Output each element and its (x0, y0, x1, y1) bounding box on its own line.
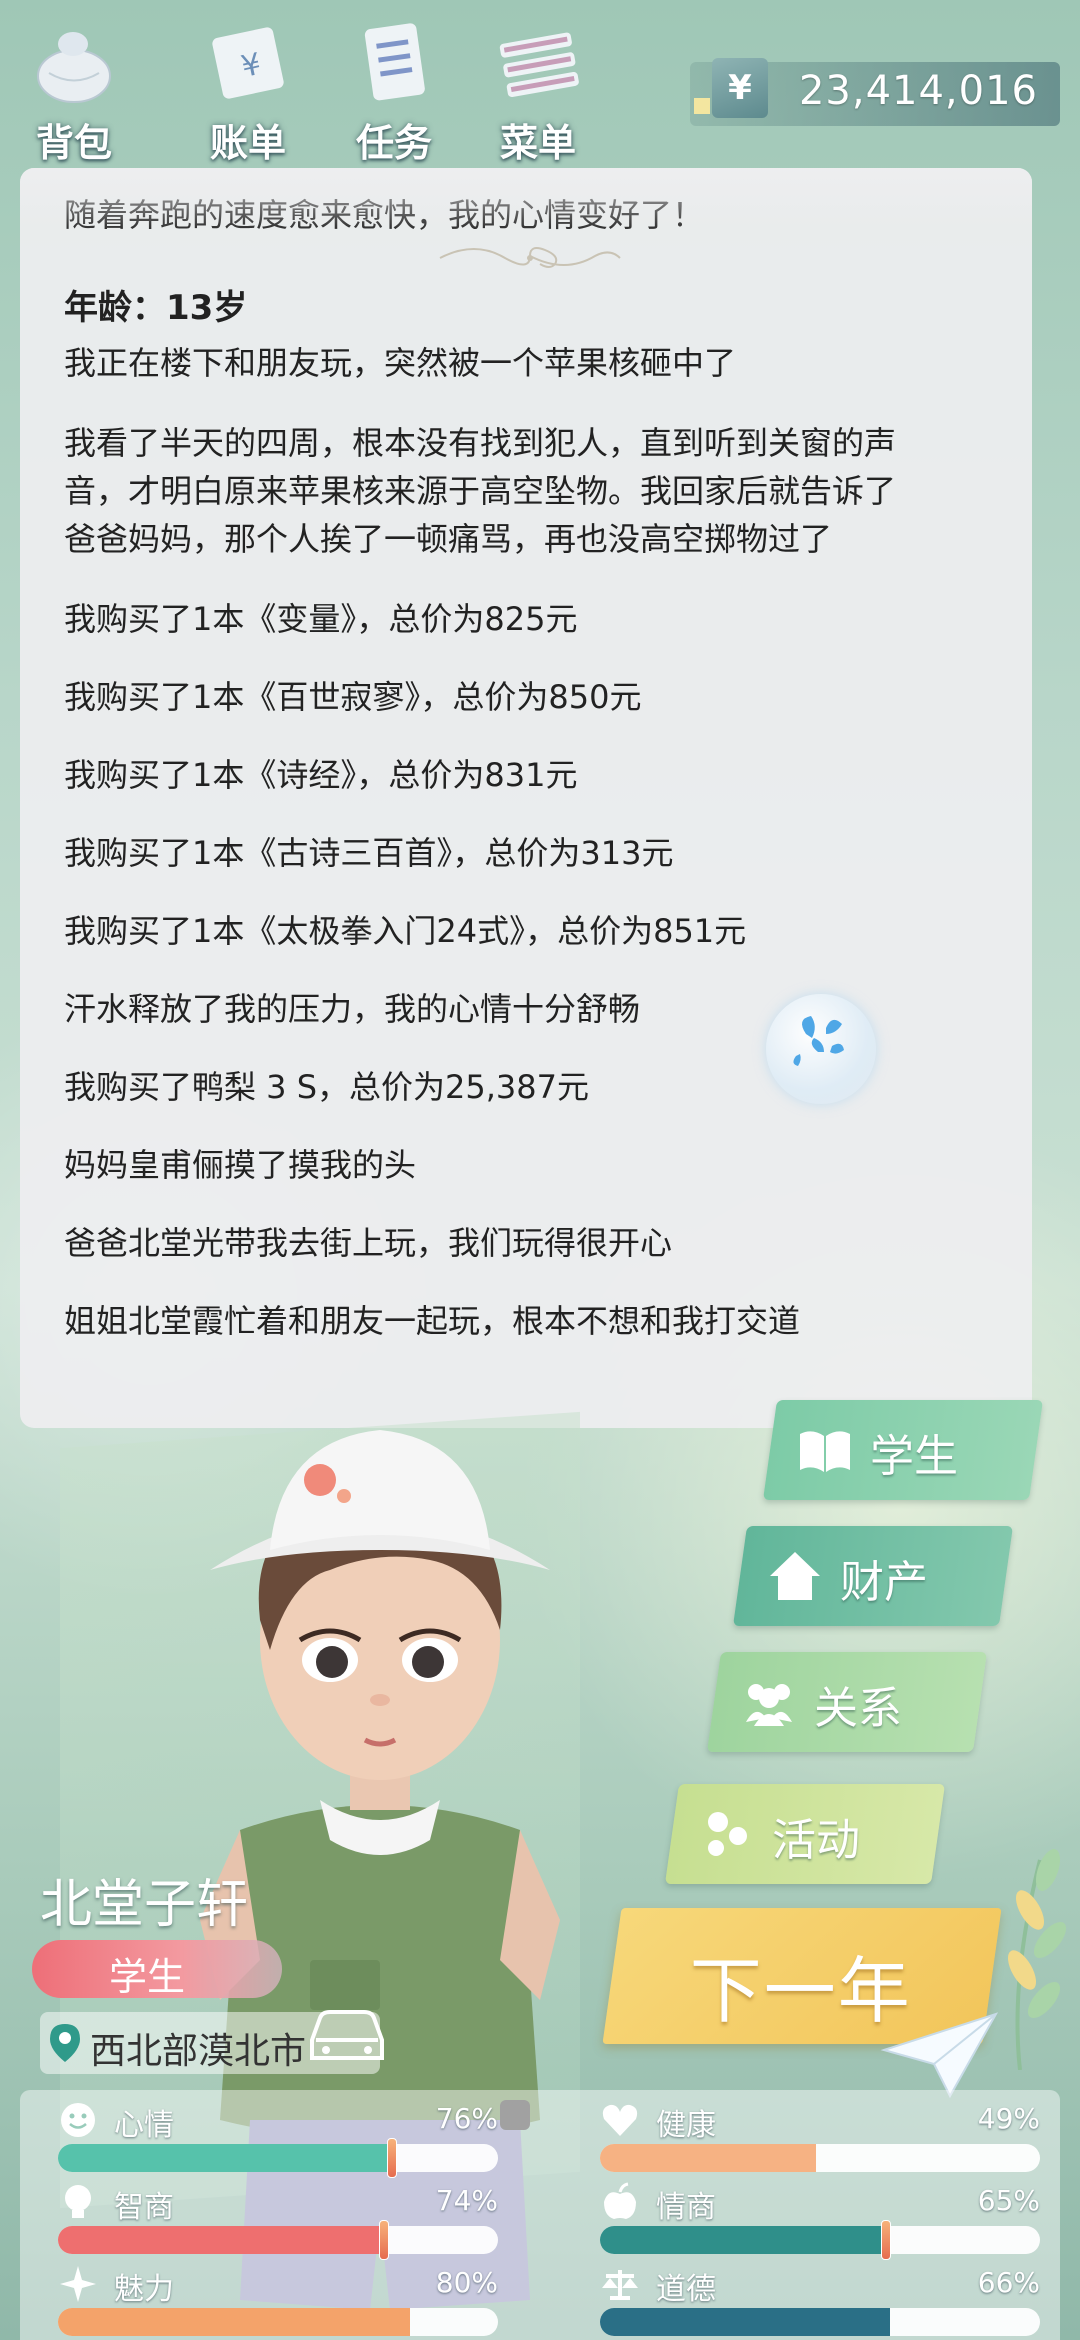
location-label: 西北部漠北市 (90, 2031, 307, 2072)
money-display: ¥ 23,414,016 (690, 58, 1060, 126)
stat-bar-track (600, 2144, 1040, 2172)
top-bar: 背包 ¥ 账单 任务 菜单 ¥ 23,414,016 (0, 0, 1080, 165)
student-label: 学生 (870, 1431, 958, 1482)
stat-bar-track (58, 2308, 498, 2336)
activities-button[interactable]: 活动 (664, 1784, 946, 1884)
location-pin-icon (50, 2024, 80, 2062)
stat-label: 道德 (656, 2272, 716, 2307)
stat-bar-fill (58, 2226, 384, 2254)
paper-plane-icon (880, 2012, 999, 2099)
log-line: 我购买了鸭梨 3 S，总价为25,387元 (64, 1068, 589, 1106)
log-line: 爸爸妈妈，那个人挨了一顿痛骂，再也没高空掷物过了 (64, 520, 833, 558)
bill-icon: ¥ (212, 27, 284, 99)
bag-icon (37, 32, 111, 103)
log-line: 我购买了1本《古诗三百首》，总价为313元 (64, 834, 674, 872)
stat-value: 76% (435, 2102, 498, 2135)
life-log-panel[interactable]: 随着奔跑的速度愈来愈快，我的心情变好了！ 年龄：13岁 我正在楼下和朋友玩，突然… (20, 168, 1032, 1428)
log-line: 我购买了1本《太极拳入门24式》，总价为851元 (64, 912, 747, 950)
book-icon (800, 1431, 850, 1472)
heart-icon (602, 2104, 638, 2136)
task-icon (364, 23, 425, 101)
bill-label: 账单 (209, 121, 286, 165)
menu-icon (499, 32, 579, 98)
stat-value: 49% (977, 2102, 1040, 2135)
stat-value: 66% (977, 2266, 1040, 2299)
job-badge: 学生 (32, 1940, 282, 1999)
relations-button[interactable]: 关系 (706, 1652, 988, 1752)
stat-label: 智商 (114, 2190, 174, 2225)
bag-button[interactable]: 背包 (4, 10, 144, 165)
stat-bar-fill (58, 2144, 393, 2172)
ornament-divider-icon (439, 247, 621, 268)
stat-0: 心情 76% (58, 2100, 498, 2178)
age-heading: 年龄：13岁 (64, 288, 248, 328)
task-button[interactable]: 任务 (324, 10, 464, 165)
log-line: 我购买了1本《诗经》，总价为831元 (64, 756, 578, 794)
log-line: 我正在楼下和朋友玩，突然被一个苹果核砸中了 (64, 344, 737, 382)
stat-3: 情商 65% (600, 2182, 1040, 2260)
stat-bar-marker (387, 2138, 398, 2178)
stat-label: 情商 (656, 2190, 716, 2225)
car-icon[interactable] (306, 2000, 388, 2070)
task-label: 任务 (355, 121, 432, 165)
stat-bar-track (58, 2220, 498, 2260)
log-line: 我购买了1本《变量》，总价为825元 (64, 600, 578, 638)
stat-1: 健康 49% (600, 2100, 1040, 2176)
coin-icon (694, 98, 710, 114)
sparkle-icon (60, 2266, 96, 2302)
stat-label: 心情 (114, 2108, 174, 2143)
stat-bar-fill (600, 2308, 891, 2336)
log-line: 爸爸北堂光带我去街上玩，我们玩得很开心 (64, 1224, 673, 1262)
people-icon (746, 1684, 792, 1726)
stat-bar-fill (600, 2226, 886, 2254)
log-line: 姐姐北堂霞忙着和朋友一起玩，根本不想和我打交道 (64, 1302, 801, 1340)
job-label: 学生 (108, 1955, 185, 1999)
scale-icon (602, 2270, 638, 2300)
stat-label: 健康 (656, 2108, 716, 2143)
stat-bar-marker (881, 2220, 891, 2260)
activities-label: 活动 (772, 1815, 860, 1866)
menu-label: 菜单 (499, 121, 576, 165)
money-amount: 23,414,016 (798, 68, 1038, 114)
house-icon (770, 1552, 820, 1600)
stat-bar-marker (378, 2220, 389, 2260)
student-button[interactable]: 学生 (762, 1400, 1044, 1500)
bag-label: 背包 (35, 121, 112, 165)
character-name: 北堂子轩 (40, 1875, 249, 1935)
menu-button[interactable]: 菜单 (468, 10, 608, 165)
stat-bar-track (600, 2220, 1040, 2260)
stat-bar-fill (58, 2308, 410, 2336)
log-line: 汗水释放了我的压力，我的心情十分舒畅 (64, 990, 641, 1028)
stat-value: 65% (977, 2184, 1040, 2217)
stat-bar-track (600, 2308, 1040, 2336)
bill-button[interactable]: ¥ 账单 (178, 10, 318, 165)
fade-overlay (20, 168, 1032, 228)
smile-icon (61, 2103, 95, 2137)
apple-icon (604, 2182, 636, 2219)
yen-icon: ¥ (712, 58, 768, 118)
stat-value: 74% (435, 2184, 498, 2217)
log-line: 我购买了1本《百世寂寥》，总价为850元 (64, 678, 642, 716)
stat-bar-fill (600, 2144, 816, 2172)
stat-bar-track (58, 2138, 498, 2178)
stat-5: 道德 66% (600, 2264, 1040, 2340)
log-line: 我看了半天的四周，根本没有找到犯人，直到听到关窗的声 (64, 424, 897, 462)
log-line: 妈妈皇甫俪摸了摸我的头 (64, 1146, 417, 1184)
stat-2: 智商 74% (58, 2182, 498, 2260)
stat-label: 魅力 (114, 2272, 174, 2307)
assets-button[interactable]: 财产 (732, 1526, 1014, 1626)
log-line: 音，才明白原来苹果核来源于高空坠物。我回家后就告诉了 (64, 472, 897, 510)
butterfly-bubble-icon[interactable] (766, 994, 876, 1104)
bulb-icon (65, 2185, 91, 2218)
relations-label: 关系 (814, 1683, 902, 1734)
stat-4: 魅力 80% (58, 2264, 498, 2340)
molecule-icon (708, 1812, 747, 1856)
stat-value: 80% (435, 2266, 498, 2299)
assets-label: 财产 (840, 1557, 928, 1608)
